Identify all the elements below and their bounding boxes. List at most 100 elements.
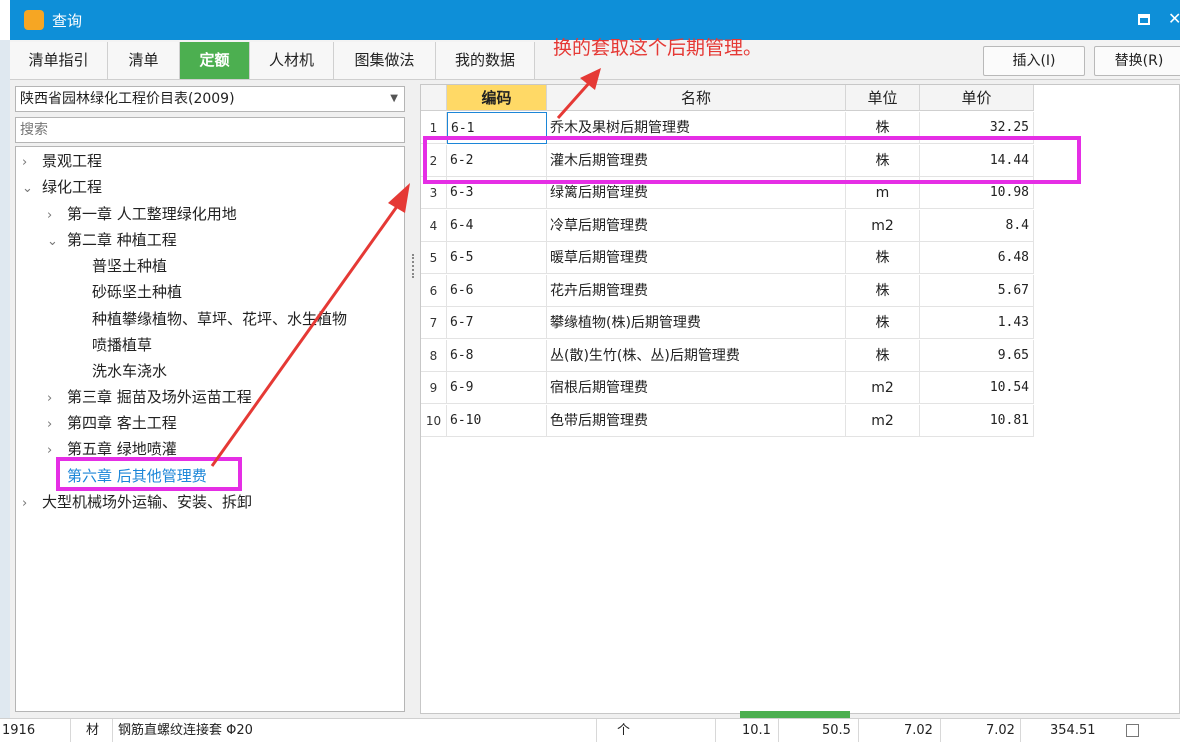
close-icon[interactable]: ✕ xyxy=(1168,9,1180,28)
collapse-arrow-icon[interactable]: ⌄ xyxy=(22,177,42,201)
tree-node[interactable]: 砂砾坚土种植 xyxy=(92,280,182,304)
cell-price[interactable]: 10.81 xyxy=(920,404,1034,437)
cell-price[interactable]: 9.65 xyxy=(920,339,1034,372)
row-unit: 个 xyxy=(617,723,631,738)
cell-code[interactable]: 6-10 xyxy=(447,404,547,437)
header-code[interactable]: 编码 xyxy=(447,85,547,111)
drag-handle-icon[interactable] xyxy=(412,254,416,278)
cell-name[interactable]: 攀缘植物(株)后期管理费 xyxy=(547,307,846,339)
cell-price[interactable]: 1.43 xyxy=(920,307,1034,339)
tree-node-label: 第五章 绿地喷灌 xyxy=(67,440,177,458)
tree-node[interactable]: ⌄ 第二章 种植工程 xyxy=(47,228,177,252)
cell-code[interactable]: 6-9 xyxy=(447,372,547,404)
app-logo-icon xyxy=(24,10,44,30)
column-separator xyxy=(70,719,71,742)
search-input[interactable] xyxy=(15,117,405,143)
row-value: 7.02 xyxy=(904,723,933,738)
tree-node[interactable]: › 第四章 客土工程 xyxy=(47,411,177,435)
row-value: 50.5 xyxy=(822,723,851,738)
replace-button[interactable]: 替换(R) xyxy=(1094,46,1180,76)
library-select-value: 陕西省园林绿化工程价目表(2009) xyxy=(20,91,235,107)
expand-arrow-icon[interactable]: › xyxy=(47,204,67,228)
tree-node[interactable]: › 第三章 掘苗及场外运苗工程 xyxy=(47,385,252,409)
cell-unit[interactable]: 株 xyxy=(846,274,920,307)
tab-rencaiji[interactable]: 人材机 xyxy=(250,42,334,79)
expand-handle[interactable] xyxy=(740,711,850,718)
query-dialog: 查询 ✕ 清单指引 清单 定额 人材机 图集做法 我的数据 插入(I) 替换(R… xyxy=(10,0,1180,741)
tree-node[interactable]: › 第一章 人工整理绿化用地 xyxy=(47,202,237,226)
row-value: 7.02 xyxy=(986,723,1015,738)
column-separator xyxy=(778,719,779,742)
chevron-down-icon: ▼ xyxy=(390,93,398,104)
cell-name[interactable]: 色带后期管理费 xyxy=(547,404,846,437)
cell-unit[interactable]: 株 xyxy=(846,242,920,274)
row-number[interactable]: 10 xyxy=(421,404,447,437)
tree-node[interactable]: 洗水车浇水 xyxy=(92,359,167,383)
tree-node-label: 大型机械场外运输、安装、拆卸 xyxy=(42,493,253,511)
cell-unit[interactable]: m2 xyxy=(846,404,920,437)
row-number[interactable]: 7 xyxy=(421,307,447,339)
cell-name[interactable]: 暖草后期管理费 xyxy=(547,242,846,274)
cell-unit[interactable]: m2 xyxy=(846,372,920,404)
cell-name[interactable]: 冷草后期管理费 xyxy=(547,209,846,242)
cell-name[interactable]: 宿根后期管理费 xyxy=(547,372,846,404)
cell-unit[interactable]: 株 xyxy=(846,307,920,339)
tab-qingdan-zhiyin[interactable]: 清单指引 xyxy=(10,42,108,79)
tab-tuji-zuofa[interactable]: 图集做法 xyxy=(334,42,436,79)
tree-node[interactable]: ⌄ 绿化工程 xyxy=(22,175,102,199)
header-corner xyxy=(421,85,447,111)
tab-dinge[interactable]: 定额 xyxy=(180,42,250,79)
row-number[interactable]: 4 xyxy=(421,209,447,242)
cell-unit[interactable]: m2 xyxy=(846,209,920,242)
cell-code[interactable]: 6-5 xyxy=(447,242,547,274)
header-name[interactable]: 名称 xyxy=(547,85,846,111)
cell-name[interactable]: 花卉后期管理费 xyxy=(547,274,846,307)
panel-splitter[interactable] xyxy=(410,84,418,714)
tab-qingdan[interactable]: 清单 xyxy=(108,42,180,79)
header-price[interactable]: 单价 xyxy=(920,85,1034,111)
tree-node[interactable]: › 大型机械场外运输、安装、拆卸 xyxy=(22,490,252,514)
row-number[interactable]: 8 xyxy=(421,339,447,372)
cell-code[interactable]: 6-8 xyxy=(447,339,547,372)
maximize-icon[interactable] xyxy=(1138,14,1150,25)
cell-name[interactable]: 丛(散)生竹(株、丛)后期管理费 xyxy=(547,339,846,372)
expand-arrow-icon[interactable]: › xyxy=(47,387,67,411)
cell-code[interactable]: 6-4 xyxy=(447,209,547,242)
tree-node-label: 第二章 种植工程 xyxy=(67,231,177,249)
tree-node[interactable]: 种植攀缘植物、草坪、花坪、水生植物 xyxy=(92,307,347,331)
cell-price[interactable]: 8.4 xyxy=(920,209,1034,242)
column-separator xyxy=(112,719,113,742)
cell-price[interactable]: 6.48 xyxy=(920,242,1034,274)
tree-node[interactable]: 普坚土种植 xyxy=(92,254,167,278)
annotation-box-row xyxy=(423,136,1081,184)
expand-arrow-icon[interactable]: › xyxy=(47,413,67,437)
cell-price[interactable]: 5.67 xyxy=(920,274,1034,307)
expand-arrow-icon[interactable]: › xyxy=(22,151,42,175)
insert-button[interactable]: 插入(I) xyxy=(983,46,1085,76)
row-name: 钢筋直螺纹连接套 Φ20 xyxy=(118,723,253,738)
row-type: 材 xyxy=(86,723,100,738)
row-checkbox[interactable] xyxy=(1126,724,1139,737)
tree-node-label: 景观工程 xyxy=(42,152,103,170)
row-number[interactable]: 5 xyxy=(421,242,447,274)
cell-unit[interactable]: 株 xyxy=(846,339,920,372)
row-number[interactable]: 6 xyxy=(421,274,447,307)
row-number[interactable]: 9 xyxy=(421,372,447,404)
cell-price[interactable]: 10.54 xyxy=(920,372,1034,404)
cell-code[interactable]: 6-6 xyxy=(447,274,547,307)
column-separator xyxy=(858,719,859,742)
tab-my-data[interactable]: 我的数据 xyxy=(436,42,535,79)
tree-node-label: 第四章 客土工程 xyxy=(67,414,177,432)
underlying-sheet-row: 1916 材 钢筋直螺纹连接套 Φ20 个 10.1 50.5 7.02 7.0… xyxy=(0,718,1180,742)
cell-code[interactable]: 6-7 xyxy=(447,307,547,339)
column-separator xyxy=(596,719,597,742)
column-separator xyxy=(1020,719,1021,742)
header-unit[interactable]: 单位 xyxy=(846,85,920,111)
collapse-arrow-icon[interactable]: ⌄ xyxy=(47,230,67,254)
chapter-tree: › 景观工程 ⌄ 绿化工程 › 第一章 人工整理绿化用地 ⌄ 第二章 种植工程 普坚土种… xyxy=(15,146,405,712)
column-separator xyxy=(940,719,941,742)
expand-arrow-icon[interactable]: › xyxy=(22,492,42,516)
tree-node[interactable]: › 景观工程 xyxy=(22,149,102,173)
library-select[interactable]: 陕西省园林绿化工程价目表(2009) ▼ xyxy=(15,86,405,112)
tree-node[interactable]: 喷播植草 xyxy=(92,333,152,357)
